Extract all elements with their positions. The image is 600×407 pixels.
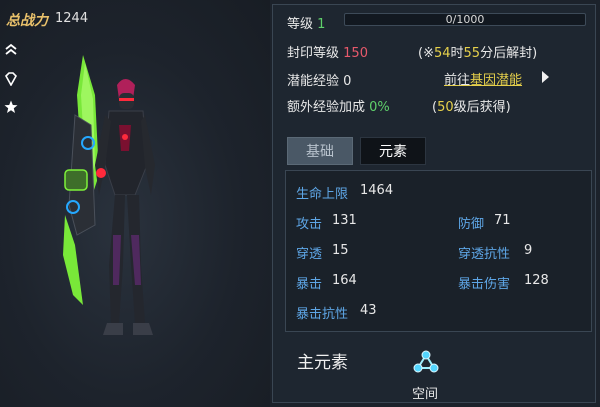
goto-link-prefix: 前往	[444, 73, 471, 88]
bonus-exp-note: (50级后获得)	[432, 96, 511, 115]
double-chevron-up-icon[interactable]	[4, 42, 18, 56]
stat-crit-damage-value: 128	[524, 273, 549, 288]
star-icon[interactable]	[4, 100, 18, 114]
diamond-icon[interactable]	[4, 72, 18, 86]
seal-level-label: 封印等级	[287, 46, 340, 61]
stat-crit-label: 暴击	[296, 277, 323, 292]
stat-pierce-value: 15	[332, 243, 349, 258]
level-exp-bar: 0/1000	[344, 13, 586, 26]
level-label: 等级	[287, 17, 314, 32]
bonus-exp-value: 0%	[369, 100, 390, 115]
stat-pierce-label: 穿透	[296, 247, 323, 262]
stat-attack-value: 131	[332, 213, 357, 228]
goto-gene-potential-link[interactable]: 前往基因潜能	[444, 69, 522, 88]
tab-basic[interactable]: 基础	[287, 137, 353, 165]
stat-defense-value: 71	[494, 213, 511, 228]
seal-level-row: 封印等级 150	[287, 42, 368, 61]
tab-element[interactable]: 元素	[360, 137, 426, 165]
stat-hp-value: 1464	[360, 183, 394, 198]
seal-level-value: 150	[343, 46, 368, 61]
seal-unlock-note: (※54时55分后解封)	[418, 42, 537, 61]
bonus-exp-row: 额外经验加成 0%	[287, 96, 390, 115]
space-element-icon[interactable]	[413, 349, 439, 375]
stat-hp-label: 生命上限	[296, 187, 349, 202]
level-row: 等级 1	[287, 13, 325, 32]
seal-note-prefix: (※	[418, 46, 434, 61]
potential-exp-value: 0	[343, 74, 352, 89]
bonus-note-suffix: 级后获得)	[453, 100, 511, 115]
total-power-label: 总战力	[6, 13, 48, 29]
stat-crit-resist-value: 43	[360, 303, 377, 318]
seal-minutes: 55	[463, 46, 481, 61]
goto-link-target: 基因潜能	[470, 73, 523, 88]
potential-exp-label: 潜能经验	[287, 74, 340, 89]
bonus-exp-label: 额外经验加成	[287, 100, 366, 115]
total-power-value: 1244	[55, 11, 89, 26]
stat-attack-label: 攻击	[296, 217, 323, 232]
bonus-note-level: 50	[437, 100, 454, 115]
seal-hours: 54	[433, 46, 451, 61]
main-element-name: 空间	[412, 387, 439, 402]
level-exp-text: 0/1000	[445, 13, 485, 26]
stat-crit-resist-label: 暴击抗性	[296, 307, 349, 322]
arrow-right-icon[interactable]	[542, 71, 549, 83]
stat-defense-label: 防御	[458, 217, 485, 232]
seal-note-suffix: 分后解封)	[480, 46, 538, 61]
stat-crit-damage-label: 暴击伤害	[458, 277, 511, 292]
character-stage: 总战力 1244	[0, 0, 270, 407]
character-figure	[63, 55, 155, 335]
main-element-title: 主元素	[297, 353, 348, 373]
stat-crit-value: 164	[332, 273, 357, 288]
stat-pierce-resist-value: 9	[524, 243, 533, 258]
level-value: 1	[317, 17, 326, 32]
potential-exp-row: 潜能经验 0	[287, 70, 351, 89]
stat-pierce-resist-label: 穿透抗性	[458, 247, 511, 262]
seal-hours-unit: 时	[450, 46, 464, 61]
